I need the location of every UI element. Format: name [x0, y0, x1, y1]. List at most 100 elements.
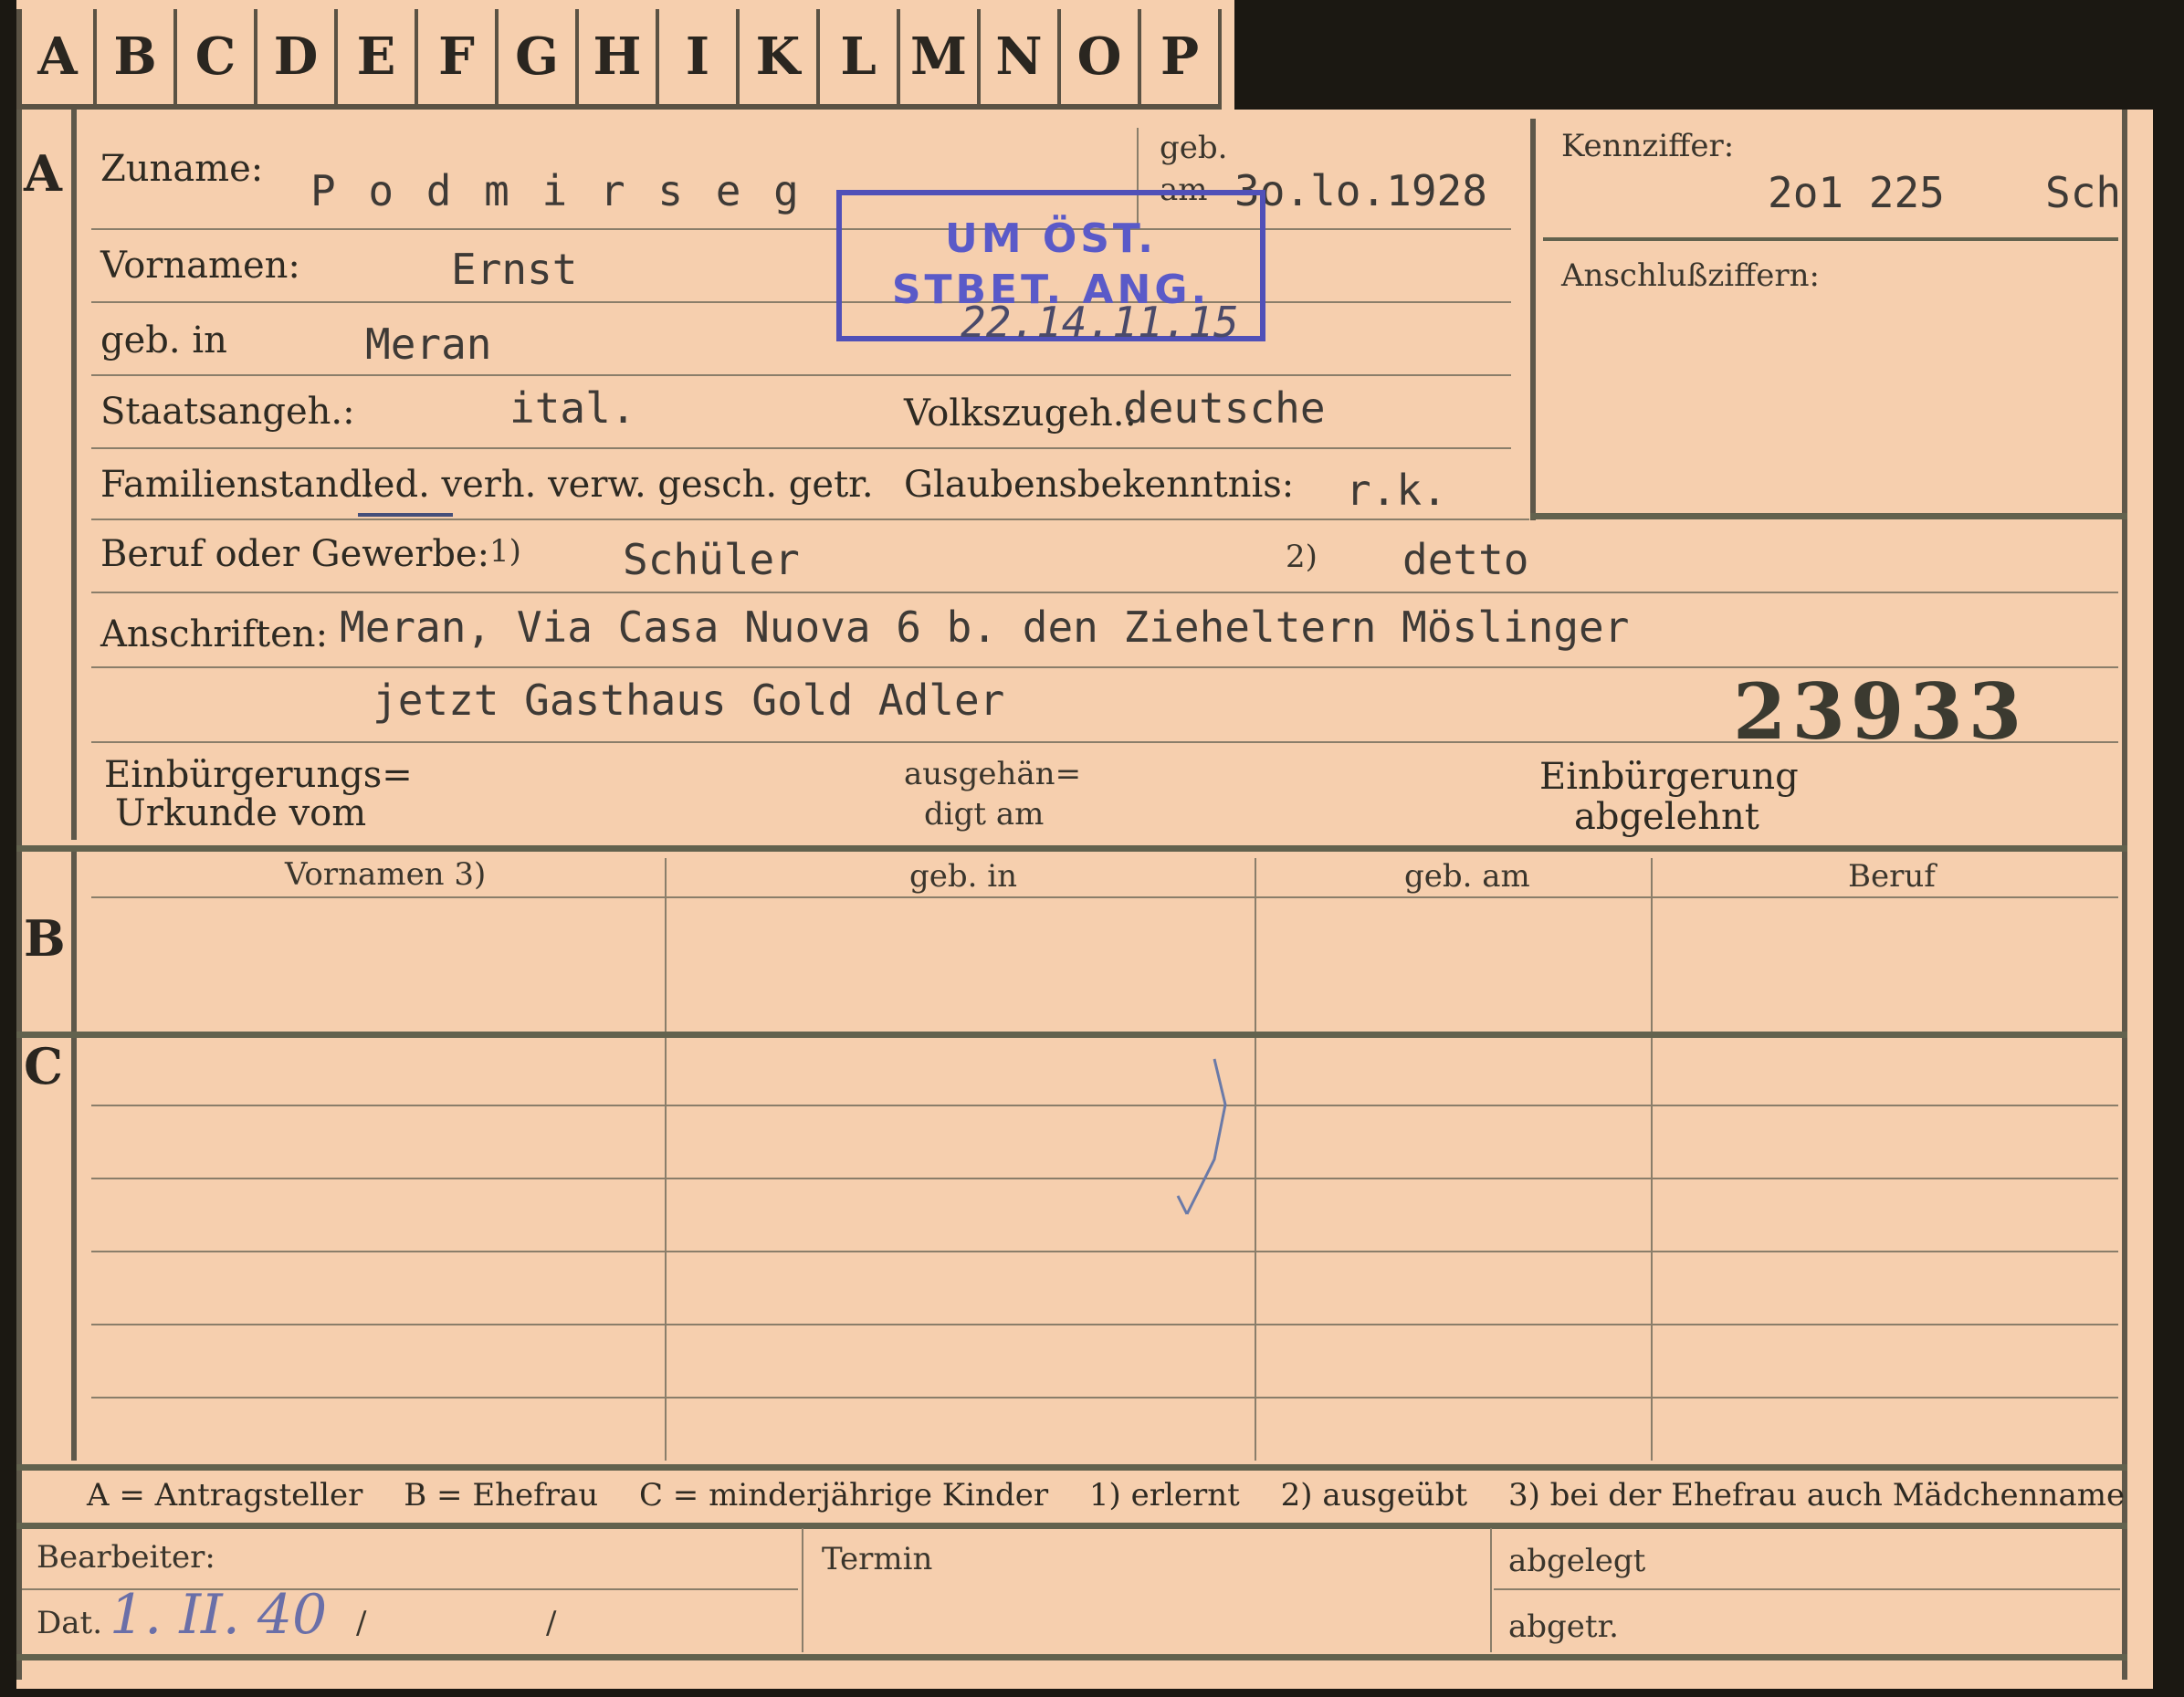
beruf-erlernt-value: Schüler	[623, 535, 800, 584]
table-row-rule	[91, 1178, 2118, 1179]
legend-b: B = Ehefrau	[404, 1477, 599, 1514]
tab-a[interactable]: A	[16, 9, 97, 110]
legend-top-rule	[16, 1464, 2127, 1471]
frame-inner-left-lower	[71, 849, 77, 1461]
tab-p[interactable]: P	[1141, 9, 1222, 110]
familienstand-options: led. verh. verw. gesch. getr.	[362, 464, 874, 506]
table-row-rule	[91, 1105, 2118, 1106]
dat-slash-1: /	[356, 1605, 367, 1641]
rule	[91, 374, 1511, 376]
zuname-value: P o d m i r s e g	[310, 166, 803, 215]
tab-m[interactable]: M	[900, 9, 981, 110]
table-col-divider	[1651, 858, 1653, 1461]
section-letter-a: A	[24, 144, 62, 203]
legend: A = Antragsteller B = Ehefrau C = minder…	[87, 1477, 2156, 1514]
abgetr-label: abgetr.	[1508, 1608, 1619, 1645]
glaubens-label: Glaubensbekenntnis:	[904, 464, 1295, 506]
table-header-rule	[91, 896, 2118, 898]
tab-e[interactable]: E	[338, 9, 418, 110]
table-header-geb-in: geb. in	[909, 858, 1018, 895]
einbuergerungs-urkunde-line-2: Urkunde vom	[115, 792, 367, 834]
familienstand-label: Familienstand:	[100, 464, 374, 506]
dat-label: Dat.	[37, 1605, 103, 1641]
staatsangeh-label: Staatsangeh.:	[100, 391, 355, 433]
table-col-divider	[665, 858, 667, 1461]
ausgehaendigt-line-2: digt am	[924, 796, 1045, 833]
tab-d[interactable]: D	[257, 9, 338, 110]
glaubens-value: r.k.	[1346, 466, 1447, 515]
tab-i[interactable]: I	[659, 9, 740, 110]
zuname-label: Zuname:	[100, 148, 264, 190]
kennziffer-box-left	[1530, 119, 1536, 520]
dat-value: 1. II. 40	[110, 1583, 328, 1647]
frame-inner-left	[71, 110, 77, 840]
kennziffer-suffix: Sch	[2045, 168, 2122, 217]
staatsangeh-value: ital.	[509, 383, 636, 433]
anschrift-line-1: Meran, Via Casa Nuova 6 b. den Ziehelter…	[340, 602, 1630, 652]
pencil-tick-mark	[1176, 1058, 1227, 1215]
geb-in-label: geb. in	[100, 319, 227, 361]
tab-h[interactable]: H	[579, 9, 659, 110]
einbuergerung-abgelehnt-line-1: Einbürgerung	[1539, 756, 1799, 798]
table-row-rule	[91, 1324, 2118, 1325]
tab-f[interactable]: F	[418, 9, 499, 110]
anschlussziffern-label: Anschlußziffern:	[1561, 257, 1820, 294]
frame-right	[2122, 110, 2127, 1680]
anschriften-label: Anschriften:	[100, 613, 329, 655]
volkszugeh-label: Volkszugeh.:	[904, 393, 1137, 435]
beruf-sup-1: 1)	[489, 533, 521, 570]
legend-bottom-rule	[16, 1523, 2127, 1529]
tab-g[interactable]: G	[499, 9, 579, 110]
vornamen-label: Vornamen:	[100, 245, 300, 287]
frame-left	[16, 110, 22, 1680]
table-row-rule	[91, 1251, 2118, 1252]
table-row-rule	[91, 1397, 2118, 1398]
footer-divider	[1490, 1528, 1492, 1652]
footer-rule	[1494, 1588, 2120, 1590]
table-col-divider	[1255, 858, 1256, 1461]
termin-label: Termin	[822, 1541, 933, 1577]
dat-slash-2: /	[546, 1605, 557, 1641]
kennziffer-value: 2o1 225	[1768, 168, 1945, 217]
ausgehaendigt-line-1: ausgehän=	[904, 756, 1082, 792]
tab-o[interactable]: O	[1061, 9, 1141, 110]
tab-l[interactable]: L	[820, 9, 900, 110]
index-tabs: A B C D E F G H I K L M N O P	[16, 9, 1222, 110]
tab-n[interactable]: N	[981, 9, 1061, 110]
table-header-vornamen: Vornamen 3)	[285, 856, 487, 893]
legend-note-3: 3) bei der Ehefrau auch Mädchenname	[1507, 1477, 2126, 1514]
tab-c[interactable]: C	[177, 9, 257, 110]
background-corner	[1234, 0, 2184, 110]
rule	[91, 301, 1511, 303]
volkszugeh-value: deutsche	[1123, 383, 1326, 433]
kennziffer-label: Kennziffer:	[1561, 128, 1735, 164]
rule	[91, 741, 2118, 743]
legend-a: A = Antragsteller	[87, 1477, 363, 1514]
section-b-top-rule	[16, 845, 2127, 852]
einbuergerung-abgelehnt-line-2: abgelehnt	[1574, 796, 1759, 838]
geb-am-value: 3o.lo.1928	[1234, 166, 1487, 215]
legend-note-2: 2) ausgeübt	[1280, 1477, 1468, 1514]
tab-b[interactable]: B	[97, 9, 177, 110]
legend-c: C = minderjährige Kinder	[638, 1477, 1049, 1514]
table-header-geb-am: geb. am	[1404, 858, 1530, 895]
legend-note-1: 1) erlernt	[1088, 1477, 1240, 1514]
rule	[91, 592, 2118, 593]
beruf-label: Beruf oder Gewerbe:	[100, 533, 490, 575]
anschrift-line-2: jetzt Gasthaus Gold Adler	[373, 676, 1005, 725]
registration-number: 23933	[1733, 666, 2028, 757]
kennziffer-box-bottom	[1530, 513, 2127, 519]
abgelegt-label: abgelegt	[1508, 1543, 1646, 1579]
bearbeiter-label: Bearbeiter:	[37, 1539, 215, 1576]
familienstand-underline-led	[358, 513, 453, 517]
beruf-ausgeuebt-value: detto	[1402, 535, 1529, 584]
vornamen-value: Ernst	[451, 245, 578, 294]
card-bottom-rule	[16, 1654, 2127, 1660]
tab-k[interactable]: K	[740, 9, 820, 110]
stamp: UM ÖST. STBET. ANG. 22.14.11.15	[836, 190, 1265, 347]
rule	[91, 228, 1511, 230]
geb-in-value: Meran	[365, 319, 492, 369]
stamp-line-1: UM ÖST.	[945, 215, 1157, 262]
footer-divider	[802, 1528, 803, 1652]
table-header-beruf: Beruf	[1848, 858, 1936, 895]
